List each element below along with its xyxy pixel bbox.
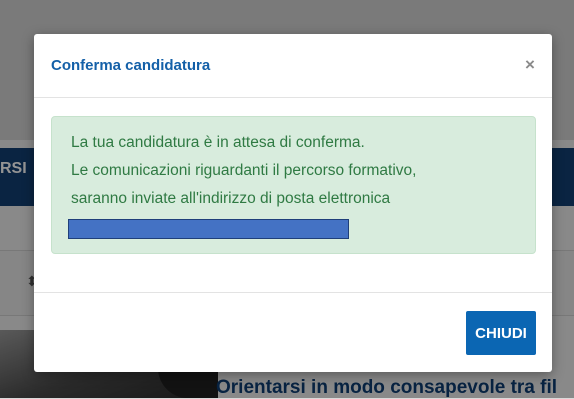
modal-footer: CHIUDI	[34, 292, 552, 372]
success-alert: La tua candidatura è in attesa di confer…	[51, 116, 536, 254]
confirmation-modal: Conferma candidatura × La tua candidatur…	[34, 34, 552, 372]
redacted-email	[68, 219, 349, 239]
modal-title: Conferma candidatura	[51, 57, 211, 74]
modal-header: Conferma candidatura ×	[34, 34, 552, 98]
alert-message-line-1: La tua candidatura è in attesa di confer…	[71, 134, 365, 151]
close-button[interactable]: CHIUDI	[466, 311, 536, 355]
close-icon[interactable]: ×	[522, 56, 538, 74]
alert-message-line-2: Le comunicazioni riguardanti il percorso…	[71, 162, 417, 179]
alert-message-line-3: saranno inviate all'indirizzo di posta e…	[71, 190, 391, 207]
